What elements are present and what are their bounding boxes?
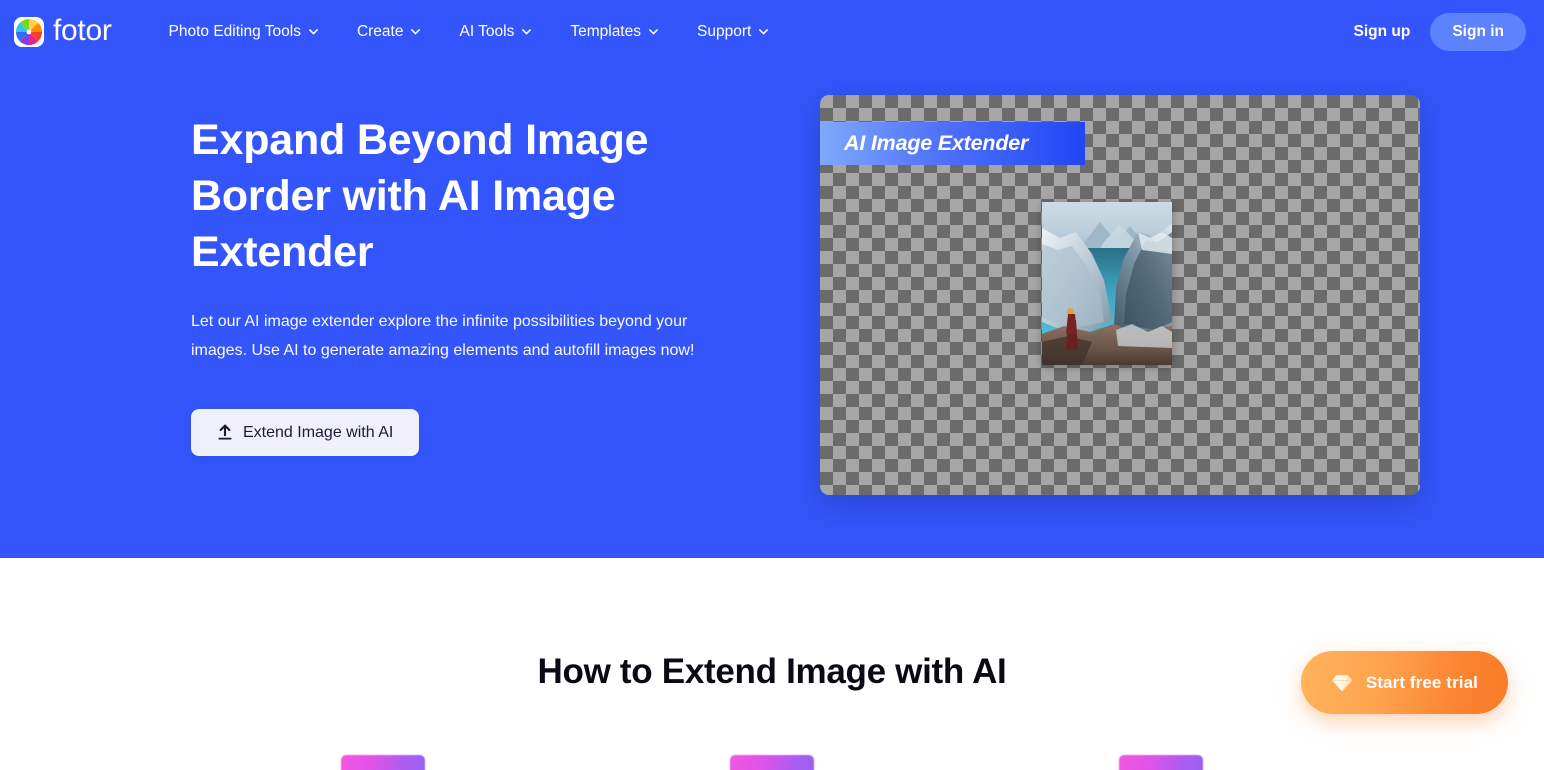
- step-thumbnail-icon: [341, 755, 425, 770]
- nav-item-label: Support: [697, 23, 752, 40]
- step-thumbnail-icon: [730, 755, 814, 770]
- chevron-down-icon: [308, 26, 319, 37]
- nav-item-create[interactable]: Create: [338, 15, 441, 49]
- nav-item-support[interactable]: Support: [678, 15, 788, 49]
- nav-item-label: AI Tools: [459, 23, 515, 40]
- nav-item-templates[interactable]: Templates: [551, 15, 678, 49]
- upload-icon: [217, 424, 233, 441]
- sign-in-button[interactable]: Sign in: [1430, 13, 1526, 51]
- nav-item-label: Photo Editing Tools: [168, 23, 301, 40]
- logo[interactable]: fotor: [14, 13, 112, 49]
- chevron-down-icon: [410, 26, 421, 37]
- step-card[interactable]: [341, 749, 425, 770]
- source-photo: [1042, 202, 1172, 365]
- nav-item-ai-tools[interactable]: AI Tools: [440, 15, 551, 49]
- sign-up-link[interactable]: Sign up: [1344, 15, 1421, 49]
- extend-image-with-ai-button[interactable]: Extend Image with AI: [191, 409, 420, 456]
- extend-image-with-ai-button-label: Extend Image with AI: [243, 423, 394, 441]
- start-free-trial-button[interactable]: Start free trial: [1300, 651, 1508, 714]
- start-free-trial-label: Start free trial: [1365, 672, 1478, 692]
- hero-subtitle: Let our AI image extender explore the in…: [191, 313, 695, 359]
- nav-item-label: Create: [356, 23, 404, 40]
- hero-title: Expand Beyond Image Border with AI Image…: [191, 116, 649, 276]
- nav-links: Photo Editing Tools Create AI Tools Temp…: [150, 15, 789, 49]
- chevron-down-icon: [758, 26, 769, 37]
- step-card[interactable]: [1119, 749, 1203, 770]
- logo-text: fotor: [53, 13, 112, 47]
- steps-row: [0, 749, 1544, 770]
- fotor-pinwheel-logo-icon: [14, 17, 44, 47]
- image-canvas-preview: AI Image Extender: [820, 95, 1420, 495]
- canvas-badge: AI Image Extender: [820, 122, 1085, 165]
- step-thumbnail-icon: [1119, 755, 1203, 770]
- chevron-down-icon: [648, 26, 659, 37]
- chevron-down-icon: [521, 26, 532, 37]
- nav-item-photo-editing-tools[interactable]: Photo Editing Tools: [150, 15, 338, 49]
- step-card[interactable]: [730, 749, 814, 770]
- hero-content: Expand Beyond Image Border with AI Image…: [191, 112, 751, 456]
- nav-item-label: Templates: [570, 23, 641, 40]
- nav-actions: Sign up Sign in: [1344, 13, 1526, 51]
- diamond-icon: [1331, 673, 1353, 693]
- navbar: fotor Photo Editing Tools Create AI Tool…: [0, 0, 1544, 64]
- hero-section: AI Image Extender fotor Photo Editing To…: [0, 0, 1544, 558]
- canvas-badge-label: AI Image Extender: [844, 131, 1029, 155]
